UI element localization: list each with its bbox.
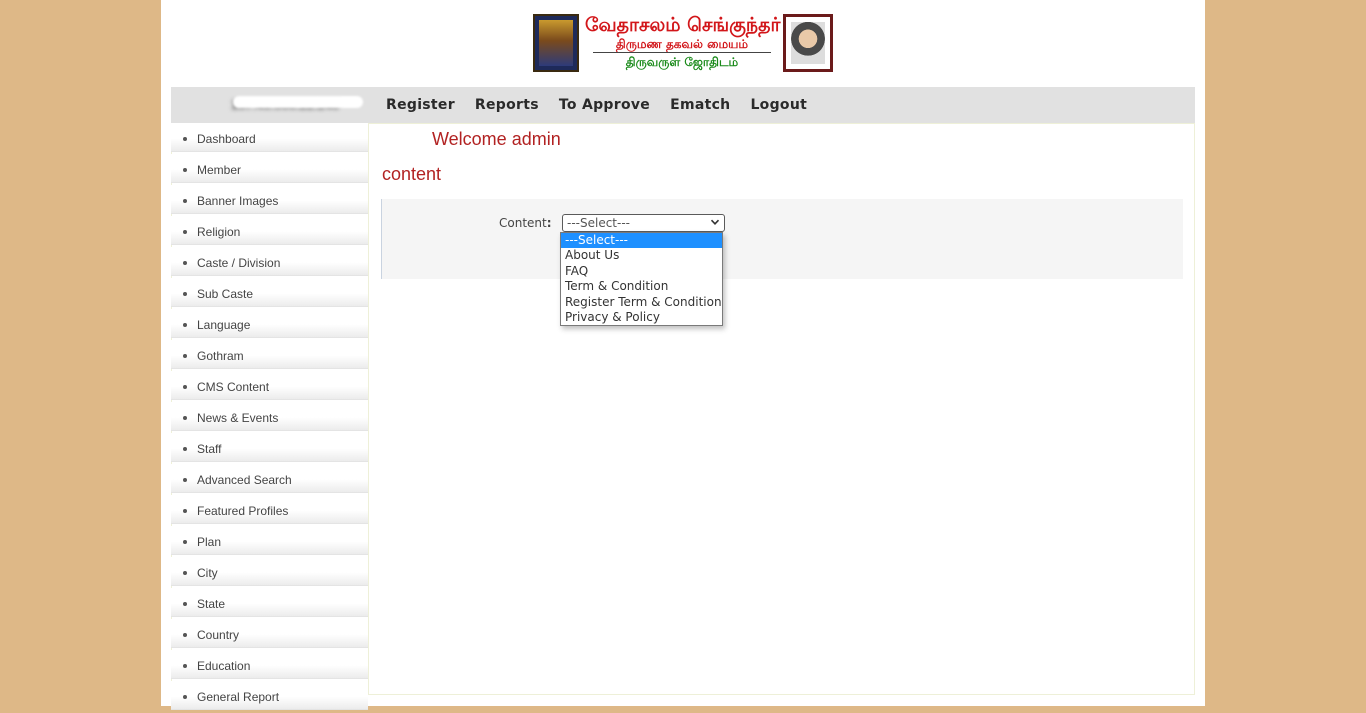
sidebar-item-education[interactable]: Education (171, 650, 368, 679)
sidebar-item-label: Featured Profiles (197, 504, 289, 518)
sidebar-item-label: Plan (197, 535, 222, 549)
chevron-down-icon (710, 216, 720, 232)
top-navbar: 157.49.000.22.240 Register Reports To Ap… (171, 87, 1195, 123)
content-field-label: Content: (499, 216, 552, 230)
sidebar-item-featured-profiles[interactable]: Featured Profiles (171, 495, 368, 524)
sidebar-item-label: Language (197, 318, 251, 332)
sidebar-item-language[interactable]: Language (171, 309, 368, 338)
bullet-icon (183, 292, 187, 296)
page-title: content (382, 164, 442, 184)
dropdown-option-faq[interactable]: FAQ (561, 264, 722, 279)
nav-ematch[interactable]: Ematch (670, 87, 730, 123)
bullet-icon (183, 354, 187, 358)
dropdown-option-register-term-condition[interactable]: Register Term & Condition (561, 295, 722, 310)
content-select-value: ---Select--- (567, 216, 630, 230)
nav-logout[interactable]: Logout (750, 87, 807, 123)
sidebar-item-label: Dashboard (197, 132, 256, 146)
sidebar-item-label: Education (197, 659, 251, 673)
sidebar-item-label: Staff (197, 442, 222, 456)
content-select-dropdown: ---Select--- About Us FAQ Term & Conditi… (560, 232, 723, 326)
bullet-icon (183, 416, 187, 420)
logo-subtitle: திருமண தகவல் மையம் (615, 37, 749, 51)
sidebar-item-label: Banner Images (197, 194, 279, 208)
bullet-icon (183, 602, 187, 606)
sidebar-item-label: Member (197, 163, 242, 177)
main-content: Welcome admin content Content: ---Select… (370, 123, 1195, 695)
nav-links: Register Reports To Approve Ematch Logou… (386, 87, 827, 123)
sidebar-item-label: Country (197, 628, 240, 642)
welcome-message: Welcome admin (432, 129, 561, 149)
nav-to-approve[interactable]: To Approve (559, 87, 650, 123)
dropdown-option-term-condition[interactable]: Term & Condition (561, 279, 722, 294)
bullet-icon (183, 385, 187, 389)
sidebar-item-caste-division[interactable]: Caste / Division (171, 247, 368, 276)
sidebar-item-news-events[interactable]: News & Events (171, 402, 368, 431)
bullet-icon (183, 199, 187, 203)
sidebar-item-staff[interactable]: Staff (171, 433, 368, 462)
logo-tagline: திருவருள் ஜோதிடம் (625, 55, 739, 69)
logo-divider (593, 52, 771, 53)
sidebar-item-label: Gothram (197, 349, 244, 363)
bullet-icon (183, 323, 187, 327)
deity-image (533, 14, 579, 72)
content-select[interactable]: ---Select--- (562, 214, 725, 232)
sidebar-item-label: State (197, 597, 226, 611)
sidebar-item-label: Advanced Search (197, 473, 292, 487)
sidebar-item-religion[interactable]: Religion (171, 216, 368, 245)
sidebar-item-plan[interactable]: Plan (171, 526, 368, 555)
sidebar-item-cms-content[interactable]: CMS Content (171, 371, 368, 400)
sidebar: Dashboard Member Banner Images Religion … (171, 123, 369, 710)
ip-redaction (233, 96, 363, 108)
sidebar-item-label: Caste / Division (197, 256, 281, 270)
sidebar-item-label: General Report (197, 690, 280, 704)
sidebar-item-label: CMS Content (197, 380, 270, 394)
sidebar-item-label: City (197, 566, 218, 580)
logo-title: வேதாசலம் செங்குந்தர் (585, 14, 781, 36)
bullet-icon (183, 509, 187, 513)
sidebar-item-advanced-search[interactable]: Advanced Search (171, 464, 368, 493)
founder-portrait-image (783, 14, 833, 72)
dropdown-option-about-us[interactable]: About Us (561, 248, 722, 263)
bullet-icon (183, 168, 187, 172)
dropdown-option-select[interactable]: ---Select--- (561, 233, 722, 249)
bullet-icon (183, 137, 187, 141)
dropdown-option-privacy-policy[interactable]: Privacy & Policy (561, 310, 722, 325)
bullet-icon (183, 540, 187, 544)
page-container: வேதாசலம் செங்குந்தர் திருமண தகவல் மையம் … (161, 0, 1205, 710)
bullet-icon (183, 261, 187, 265)
sidebar-item-gothram[interactable]: Gothram (171, 340, 368, 369)
sidebar-item-label: Religion (197, 225, 241, 239)
sidebar-item-label: News & Events (197, 411, 279, 425)
nav-register[interactable]: Register (386, 87, 455, 123)
nav-reports[interactable]: Reports (475, 87, 539, 123)
sidebar-item-state[interactable]: State (171, 588, 368, 617)
sidebar-item-member[interactable]: Member (171, 154, 368, 183)
sidebar-item-banner-images[interactable]: Banner Images (171, 185, 368, 214)
sidebar-item-city[interactable]: City (171, 557, 368, 586)
sidebar-item-dashboard[interactable]: Dashboard (171, 123, 368, 152)
bullet-icon (183, 478, 187, 482)
bullet-icon (183, 230, 187, 234)
content-form: Content: ---Select--- (381, 199, 1183, 279)
site-logo[interactable]: வேதாசலம் செங்குந்தர் திருமண தகவல் மையம் … (533, 14, 833, 74)
sidebar-item-label: Sub Caste (197, 287, 254, 301)
bullet-icon (183, 447, 187, 451)
sidebar-item-country[interactable]: Country (171, 619, 368, 648)
bullet-icon (183, 633, 187, 637)
sidebar-item-sub-caste[interactable]: Sub Caste (171, 278, 368, 307)
bullet-icon (183, 664, 187, 668)
bullet-icon (183, 695, 187, 699)
bullet-icon (183, 571, 187, 575)
